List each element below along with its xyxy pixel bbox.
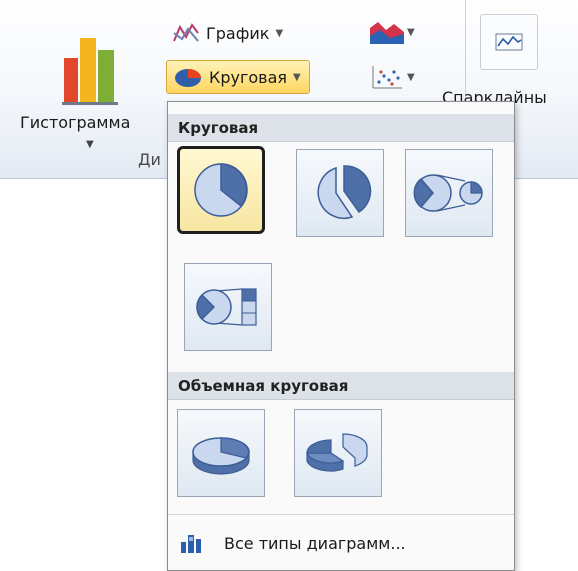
chart-type-pie-of-pie[interactable]: [405, 149, 493, 237]
group-label: Ди: [138, 150, 161, 169]
scatter-chart-icon: [372, 66, 402, 89]
pie-chart-button[interactable]: Круговая ▼: [166, 60, 310, 94]
section-header-3d-pie: Объемная круговая: [168, 372, 514, 400]
sparkline-icon: [495, 33, 523, 51]
pie-chart-dropdown: Круговая Объемная круговая Все типы диаг…: [167, 101, 515, 571]
line-chart-label: График: [206, 23, 270, 43]
chevron-down-icon: ▼: [407, 26, 415, 38]
pie-chart-icon: [175, 69, 201, 87]
chart-type-3d-pie[interactable]: [177, 409, 265, 497]
chevron-down-icon: ▼: [275, 27, 284, 39]
area-chart-button[interactable]: ▼: [370, 20, 415, 44]
sparkline-button[interactable]: [480, 14, 538, 70]
all-chart-types-label: Все типы диаграмм...: [224, 533, 406, 553]
column-chart-icon: [62, 38, 118, 105]
pie-chart-label: Круговая: [209, 67, 288, 87]
pie-of-pie-icon: [413, 174, 483, 212]
chevron-down-icon: ▼: [293, 71, 301, 83]
chart-type-exploded-pie[interactable]: [296, 149, 384, 237]
chevron-down-icon: ▼: [86, 139, 94, 150]
all-chart-types-button[interactable]: Все типы диаграмм...: [168, 514, 514, 571]
line-chart-icon: [173, 23, 199, 42]
exploded-pie-3d-icon: [306, 433, 368, 472]
chart-type-pie[interactable]: [177, 146, 265, 234]
exploded-pie-icon: [317, 165, 372, 220]
section-header-pie: Круговая: [168, 114, 514, 142]
bar-of-pie-icon: [196, 288, 257, 326]
scatter-chart-button[interactable]: ▼: [370, 64, 415, 90]
chevron-down-icon: ▼: [407, 71, 415, 83]
histogram-label: Гистограмма: [20, 113, 131, 132]
histogram-button[interactable]: Гистограмма ▼: [14, 18, 164, 150]
line-chart-button[interactable]: График ▼: [172, 18, 283, 48]
column-chart-icon: [181, 535, 201, 553]
area-chart-icon: [370, 22, 404, 44]
pie-icon: [194, 163, 248, 217]
pie-3d-icon: [192, 437, 250, 475]
chart-type-exploded-3d-pie[interactable]: [294, 409, 382, 497]
chart-type-bar-of-pie[interactable]: [184, 263, 272, 351]
